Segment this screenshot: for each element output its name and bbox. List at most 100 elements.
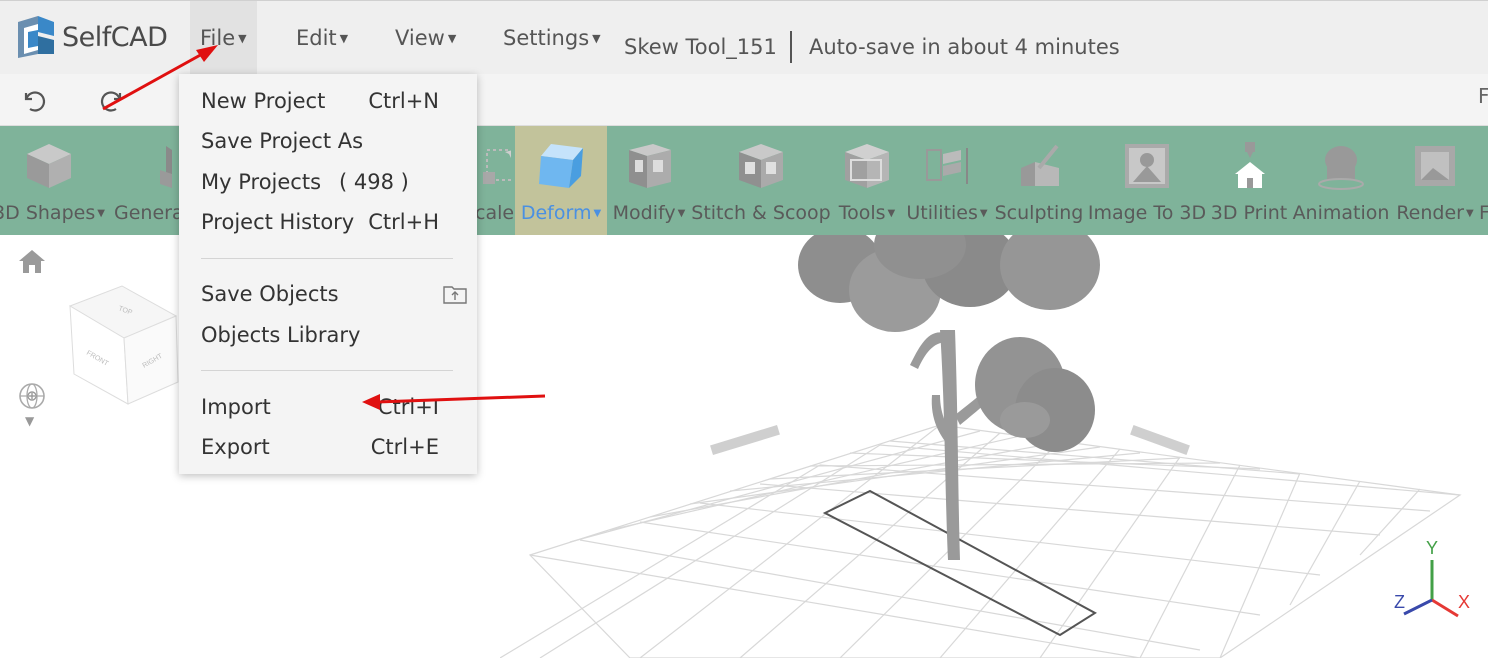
menu-item-label: Export (201, 435, 270, 459)
tool-deform[interactable]: Deform ▼ (515, 126, 607, 235)
chevron-down-icon: ▼ (979, 208, 988, 219)
tool-tools[interactable]: Tools ▼ (831, 126, 903, 235)
chevron-down-icon: ▼ (1465, 208, 1474, 219)
tool-render[interactable]: Render ▼ (1391, 126, 1479, 235)
axis-x-label: X (1458, 592, 1470, 612)
menu-file[interactable]: File ▼ (190, 1, 257, 75)
tool-label: cale (475, 202, 515, 224)
modify-icon (629, 144, 671, 188)
render-icon (1415, 146, 1455, 186)
tool-label: 3D Print (1210, 202, 1288, 224)
file-menu-dropdown: New Project Ctrl+N Save Project As My Pr… (179, 74, 477, 474)
chevron-down-icon: ▼ (592, 32, 601, 45)
tool-3d-print[interactable]: 3D Print (1207, 126, 1291, 235)
menu-item-import[interactable]: Import Ctrl+I (201, 388, 439, 426)
view-cube[interactable]: TOP FRONT RIGHT (60, 282, 190, 412)
cube-icon (27, 144, 71, 188)
toolbar-right-label[interactable]: F (1478, 84, 1488, 108)
project-count-badge: ( 498 ) (339, 170, 409, 194)
tool-3d-shapes[interactable]: 3D Shapes ▼ (0, 126, 108, 235)
menu-divider (201, 370, 453, 371)
menu-item-label: Import (201, 395, 271, 419)
utilities-icon (926, 148, 968, 184)
globe-orbit-icon[interactable] (18, 382, 46, 410)
tool-label: Render (1396, 202, 1464, 224)
tool-stitch-scoop[interactable]: Stitch & Scoop (691, 126, 831, 235)
tools-icon (845, 144, 889, 188)
image-to-3d-icon (1125, 144, 1169, 188)
menu-item-shortcut: Ctrl+H (368, 210, 439, 234)
axis-gizmo: Y X Z (1394, 538, 1470, 618)
menu-item-label: My Projects (201, 170, 322, 194)
title-separator (790, 31, 792, 63)
axis-y-label: Y (1426, 538, 1438, 558)
menu-item-project-history[interactable]: Project History Ctrl+H (201, 203, 439, 241)
tool-generators[interactable]: Genera (108, 126, 184, 235)
tool-more[interactable]: F (1479, 126, 1488, 235)
redo-icon[interactable] (100, 87, 126, 113)
tool-utilities[interactable]: Utilities ▼ (903, 126, 991, 235)
chevron-down-icon: ▼ (677, 208, 686, 219)
menu-item-label: New Project (201, 89, 326, 113)
chevron-down-icon: ▼ (238, 32, 247, 45)
menu-edit[interactable]: Edit ▼ (286, 1, 358, 75)
3d-printer-icon (1235, 142, 1265, 188)
menu-bar: SelfCAD File ▼ Edit ▼ View ▼ Settings ▼ Skew… (0, 0, 1488, 75)
menu-item-save-objects[interactable]: Save Objects (201, 275, 439, 313)
tool-label: Tools (838, 202, 886, 224)
tool-animation[interactable]: Animation (1291, 126, 1391, 235)
tool-label: Utilities (906, 202, 978, 224)
menu-edit-label: Edit (296, 26, 337, 50)
tool-sculpting[interactable]: Sculpting (991, 126, 1087, 235)
stitch-scoop-icon (739, 144, 783, 188)
ground-grid (500, 424, 1462, 658)
menu-divider (201, 258, 453, 259)
menu-item-objects-library[interactable]: Objects Library (201, 316, 439, 354)
generator-icon (160, 146, 172, 188)
menu-item-label: Objects Library (201, 323, 361, 347)
chevron-down-icon: ▼ (593, 208, 602, 219)
viewport-scene[interactable] (500, 235, 1488, 658)
menu-item-label: Save Objects (201, 282, 339, 306)
chevron-down-icon: ▼ (887, 208, 896, 219)
menu-view[interactable]: View ▼ (385, 1, 466, 75)
app-name: SelfCAD (62, 21, 168, 53)
tool-label: Image To 3D (1087, 202, 1207, 224)
undo-icon[interactable] (20, 87, 46, 113)
deform-cube-icon (539, 144, 583, 188)
menu-settings-label: Settings (503, 26, 590, 50)
axis-z-label: Z (1394, 592, 1405, 612)
tool-label: Animation (1292, 202, 1390, 224)
tool-label: Deform (520, 202, 592, 224)
menu-item-save-project-as[interactable]: Save Project As (201, 122, 439, 160)
menu-settings[interactable]: Settings ▼ (493, 1, 611, 75)
menu-item-label: Project History (201, 210, 355, 234)
menu-item-shortcut: Ctrl+E (370, 435, 439, 459)
tool-modify[interactable]: Modify ▼ (607, 126, 691, 235)
chevron-down-icon: ▼ (339, 32, 349, 45)
tool-label: Modify (612, 202, 676, 224)
tool-label: F (1479, 202, 1488, 224)
orbit-caret-icon[interactable]: ▼ (25, 414, 34, 428)
folder-upload-icon[interactable] (443, 284, 467, 304)
chevron-down-icon: ▼ (447, 32, 457, 45)
menu-item-shortcut: Ctrl+I (377, 395, 439, 419)
chevron-down-icon: ▼ (97, 208, 105, 219)
tree-model (798, 235, 1100, 560)
menu-view-label: View (395, 26, 445, 50)
menu-file-label: File (200, 26, 236, 50)
menu-item-my-projects[interactable]: My Projects ( 498 ) (201, 163, 439, 201)
menu-item-export[interactable]: Export Ctrl+E (201, 428, 439, 466)
menu-item-shortcut: Ctrl+N (368, 89, 439, 113)
menu-item-new-project[interactable]: New Project Ctrl+N (201, 82, 439, 120)
selection-box (822, 489, 1097, 637)
app-logo[interactable]: SelfCAD (14, 13, 168, 61)
tool-label: 3D Shapes (0, 202, 96, 224)
tool-image-to-3d[interactable]: Image To 3D (1087, 126, 1207, 235)
menu-item-label: Save Project As (201, 129, 364, 153)
home-icon[interactable] (18, 248, 46, 274)
tool-label: Stitch & Scoop (691, 202, 831, 224)
selfcad-logo-icon (18, 16, 54, 58)
tool-label: Genera (114, 202, 184, 224)
animation-icon (1318, 146, 1364, 190)
